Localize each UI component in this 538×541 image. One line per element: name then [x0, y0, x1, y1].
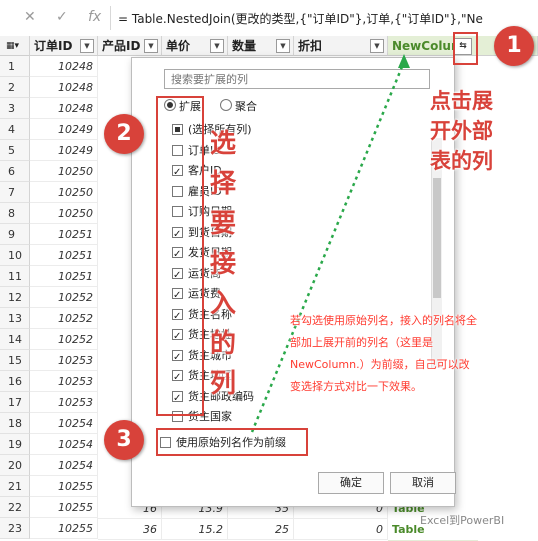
watermark: Excel到PowerBI	[420, 514, 505, 527]
note-step-2: 选择要接入的列	[210, 129, 237, 399]
step-2-badge: 2	[104, 114, 144, 154]
note-step-3: 若勾选使用原始列名，接入的列名将全部加上展开前的列名（这里是NewColumn.…	[290, 314, 477, 393]
step-1-badge: 1	[494, 26, 534, 66]
highlight-prefix-checkbox	[156, 428, 308, 456]
highlight-expand-icon	[453, 32, 478, 65]
note-step-1: 点击展开外部表的列	[430, 89, 493, 173]
step-3-badge: 3	[104, 420, 144, 460]
highlight-column-list	[156, 96, 204, 416]
